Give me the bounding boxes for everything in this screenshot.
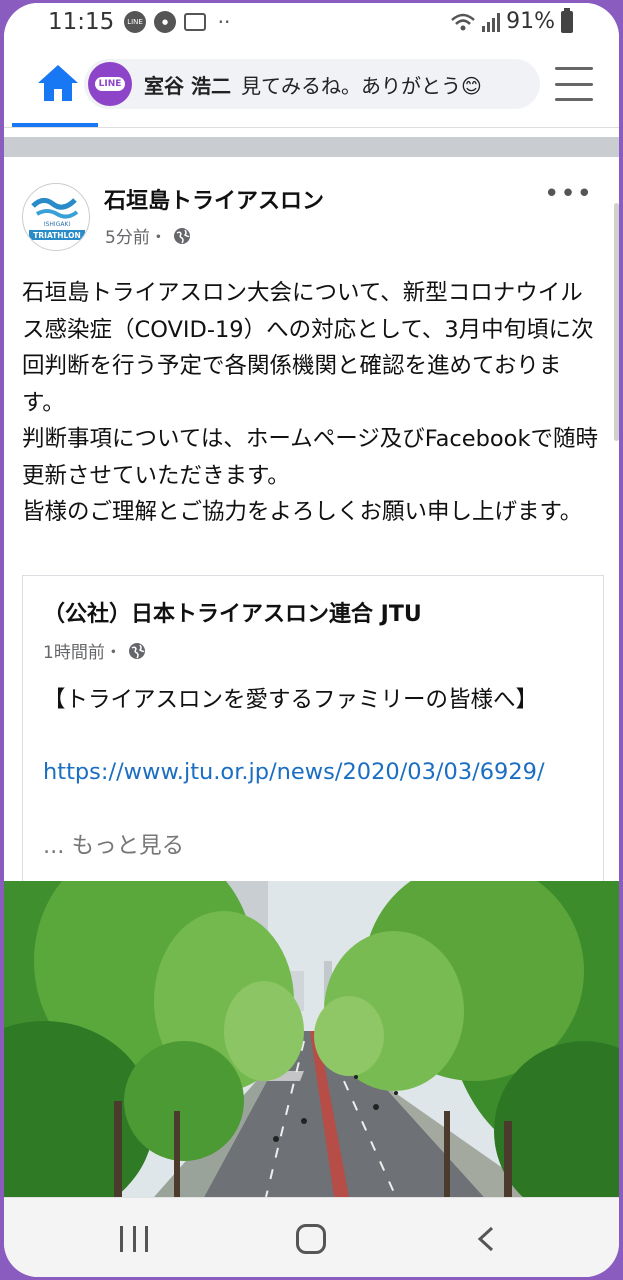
svg-text:TRIATHLON: TRIATHLON <box>33 231 80 240</box>
shared-post-card[interactable]: （公社）日本トライアスロン連合 JTU 1時間前・ 【トライアスロンを愛するファ… <box>22 575 604 885</box>
page-avatar[interactable]: ISHIGAKI TRIATHLON <box>22 183 90 251</box>
wifi-icon <box>451 13 475 30</box>
mail-icon <box>184 13 206 31</box>
back-icon[interactable] <box>474 1226 498 1252</box>
shared-post-time[interactable]: 1時間前・ <box>43 638 122 663</box>
more-options-icon[interactable]: ••• <box>544 179 593 209</box>
tree-lined-road-photo <box>4 881 619 1197</box>
shared-post-text: 【トライアスロンを愛するファミリーの皆様へ】 <box>43 687 539 713</box>
battery-percent: 91% <box>506 9 555 34</box>
page-name[interactable]: 石垣島トライアスロン <box>104 183 324 215</box>
recent-apps-icon[interactable] <box>120 1226 148 1252</box>
shared-post-author[interactable]: （公社）日本トライアスロン連合 JTU <box>43 596 422 628</box>
post-photo[interactable] <box>4 881 619 1197</box>
post-meta: 5分前・ <box>105 223 191 248</box>
status-right: 91% <box>450 7 573 34</box>
post-time[interactable]: 5分前・ <box>105 223 167 248</box>
shared-post-link[interactable]: https://www.jtu.or.jp/news/2020/03/03/69… <box>43 754 593 791</box>
home-circle-icon[interactable] <box>296 1224 326 1254</box>
feed-separator <box>4 137 619 157</box>
hamburger-menu-icon[interactable] <box>555 67 593 101</box>
status-notification-icons: LINE ● ·· <box>124 10 234 34</box>
line-notification-icon: LINE <box>124 11 146 33</box>
line-notification-popup[interactable]: LINE 室谷 浩二 見てみるね。ありがとう😊 <box>84 59 540 109</box>
scrollbar[interactable] <box>614 203 619 441</box>
line-app-icon: LINE <box>88 62 132 106</box>
triathlon-logo-icon: ISHIGAKI TRIATHLON <box>29 198 85 240</box>
globe-icon <box>173 227 190 244</box>
feed-post: ISHIGAKI TRIATHLON 石垣島トライアスロン 5分前・ ••• 石… <box>4 157 619 1197</box>
status-time: 11:15 <box>48 9 115 35</box>
notification-message: 見てみるね。ありがとう😊 <box>240 73 482 98</box>
home-icon <box>38 65 78 101</box>
status-bar: 11:15 LINE ● ·· 91% <box>4 3 619 45</box>
signal-icon <box>482 12 501 32</box>
svg-text:ISHIGAKI: ISHIGAKI <box>44 221 71 228</box>
top-navigation: LINE 室谷 浩二 見てみるね。ありがとう😊 <box>4 45 619 127</box>
post-body-text: 石垣島トライアスロン大会について、新型コロナウイルス感染症（COVID-19）へ… <box>22 280 598 525</box>
nav-divider <box>4 127 619 128</box>
phone-screen: 11:15 LINE ● ·· 91% LINE 室谷 浩二 見てみるね。ありが… <box>4 3 619 1277</box>
battery-icon <box>561 7 573 33</box>
notification-sender: 室谷 浩二 <box>144 73 231 98</box>
system-navigation-bar <box>4 1197 619 1277</box>
see-more-link[interactable]: ... もっと見る <box>43 828 184 860</box>
shared-post-meta: 1時間前・ <box>43 638 146 663</box>
key-icon: ● <box>154 11 176 33</box>
globe-icon <box>128 642 145 659</box>
more-dots-icon: ·· <box>217 10 231 34</box>
